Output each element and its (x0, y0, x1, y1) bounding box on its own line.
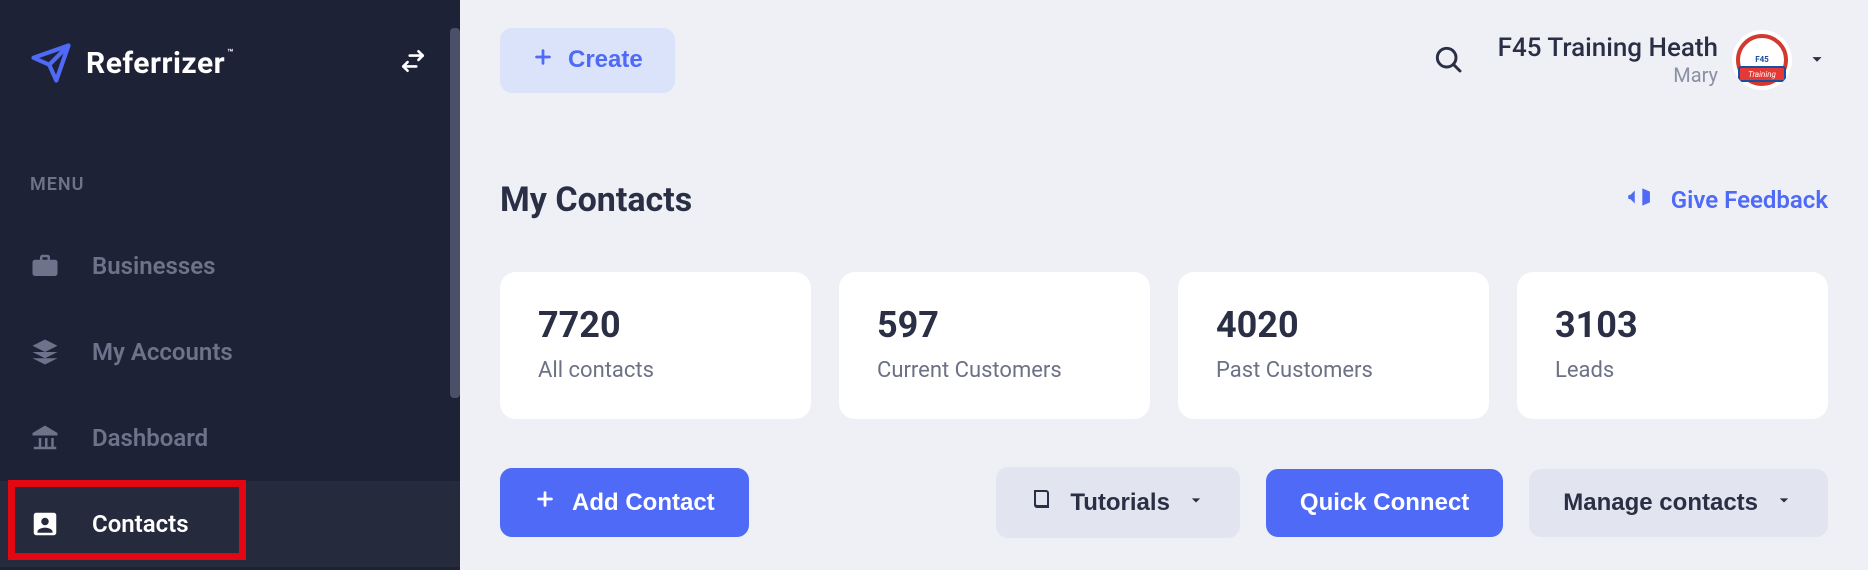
logo-main-text: F45 (1755, 56, 1769, 64)
page-header: My Contacts Give Feedback (500, 180, 1828, 220)
create-label: Create (568, 46, 643, 74)
account-chevron[interactable] (1806, 48, 1828, 73)
layers-icon (30, 337, 60, 367)
account-text: F45 Training Heath Mary (1498, 33, 1718, 87)
book-icon (1030, 487, 1054, 518)
sidebar-menu-label: MENU (0, 174, 460, 195)
brand[interactable]: Referrizer (30, 42, 225, 84)
quick-connect-button[interactable]: Quick Connect (1266, 469, 1503, 537)
stat-label: Leads (1555, 358, 1790, 383)
stat-label: All contacts (538, 358, 773, 383)
topbar-right: F45 Training Heath Mary F45 Training (1432, 30, 1828, 90)
sidebar-scrollbar[interactable] (450, 28, 460, 398)
stats-row: 7720 All contacts 597 Current Customers … (500, 272, 1828, 419)
chevron-down-icon (1806, 58, 1828, 73)
action-row: Add Contact Tutorials Quick Connect Mana… (500, 467, 1828, 538)
sidebar-item-label: My Accounts (92, 338, 233, 366)
stat-label: Past Customers (1216, 358, 1451, 383)
manage-contacts-button[interactable]: Manage contacts (1529, 469, 1828, 537)
chevron-down-icon (1186, 489, 1206, 517)
stat-label: Current Customers (877, 358, 1112, 383)
sidebar-item-contacts[interactable]: Contacts (0, 481, 460, 567)
sidebar-nav: Businesses My Accounts Dashboard Contact… (0, 223, 460, 567)
sidebar: Referrizer MENU Businesses My Accounts D (0, 0, 460, 570)
give-feedback-link[interactable]: Give Feedback (1625, 184, 1828, 216)
feedback-label: Give Feedback (1671, 186, 1828, 214)
sidebar-item-label: Dashboard (92, 424, 208, 452)
sidebar-item-my-accounts[interactable]: My Accounts (0, 309, 460, 395)
stat-value: 4020 (1216, 304, 1451, 346)
search-button[interactable] (1432, 43, 1464, 78)
stat-value: 3103 (1555, 304, 1790, 346)
main: Create F45 Training Heath Mary F45 Train… (460, 0, 1868, 570)
account-switcher[interactable]: F45 Training Heath Mary F45 Training (1498, 30, 1828, 90)
stat-card-all-contacts[interactable]: 7720 All contacts (500, 272, 811, 419)
sidebar-item-dashboard[interactable]: Dashboard (0, 395, 460, 481)
swap-icon[interactable] (400, 48, 426, 78)
search-icon (1432, 63, 1464, 78)
briefcase-icon (30, 251, 60, 281)
brand-name: Referrizer (86, 46, 225, 81)
tutorials-button[interactable]: Tutorials (996, 467, 1240, 538)
page-title: My Contacts (500, 180, 692, 220)
sidebar-item-label: Businesses (92, 252, 215, 280)
logo-banner-text: Training (1738, 66, 1786, 82)
add-contact-label: Add Contact (572, 489, 715, 517)
sidebar-item-businesses[interactable]: Businesses (0, 223, 460, 309)
stat-card-leads[interactable]: 3103 Leads (1517, 272, 1828, 419)
create-button[interactable]: Create (500, 28, 675, 93)
tutorials-label: Tutorials (1070, 489, 1170, 517)
stat-card-past-customers[interactable]: 4020 Past Customers (1178, 272, 1489, 419)
stat-value: 597 (877, 304, 1112, 346)
sidebar-item-label: Contacts (92, 510, 189, 538)
sidebar-top: Referrizer (0, 0, 460, 84)
account-name: F45 Training Heath (1498, 33, 1718, 63)
plus-icon (532, 46, 554, 75)
chevron-down-icon (1774, 489, 1794, 517)
bank-icon (30, 423, 60, 453)
topbar: Create F45 Training Heath Mary F45 Train… (500, 0, 1828, 120)
plus-icon (534, 488, 556, 517)
quick-connect-label: Quick Connect (1300, 489, 1469, 517)
account-logo: F45 Training (1732, 30, 1792, 90)
add-contact-button[interactable]: Add Contact (500, 468, 749, 537)
account-user: Mary (1498, 63, 1718, 87)
brand-logo-icon (30, 42, 72, 84)
stat-card-current-customers[interactable]: 597 Current Customers (839, 272, 1150, 419)
manage-contacts-label: Manage contacts (1563, 489, 1758, 517)
megaphone-icon (1625, 184, 1651, 216)
stat-value: 7720 (538, 304, 773, 346)
contact-icon (30, 509, 60, 539)
